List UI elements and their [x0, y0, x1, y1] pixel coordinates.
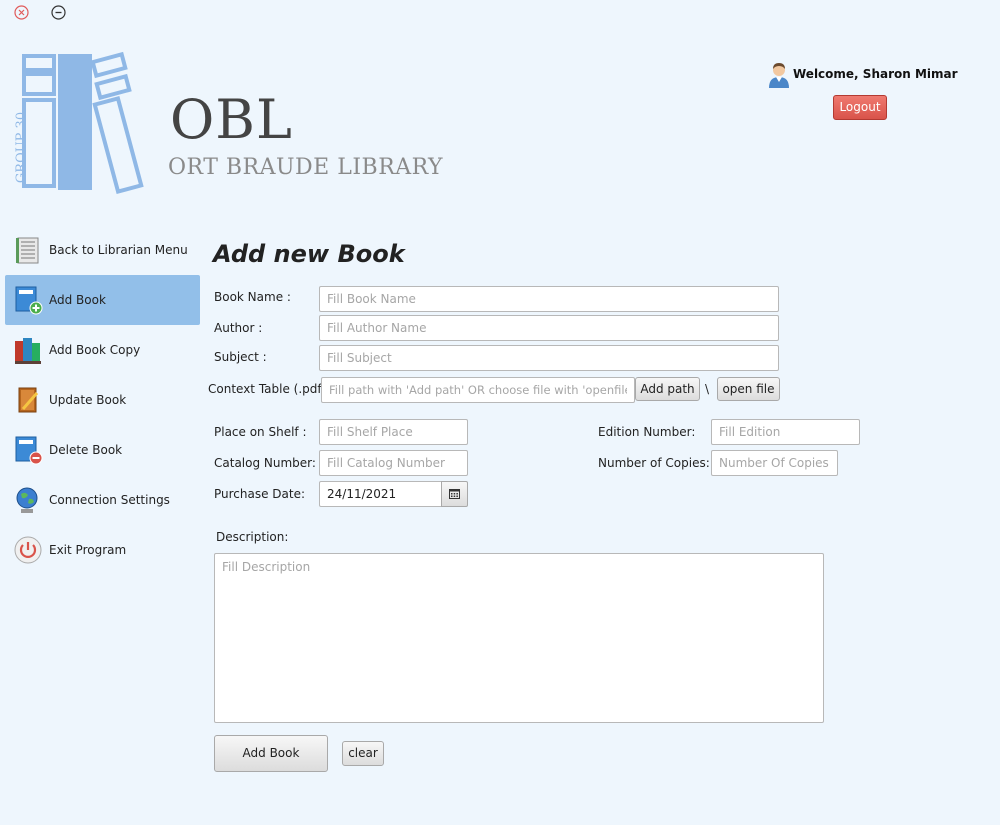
sidebar-item-connection-settings[interactable]: Connection Settings	[5, 475, 200, 525]
sidebar-item-label: Delete Book	[49, 443, 123, 457]
sidebar-item-back-to-librarian-menu[interactable]: Back to Librarian Menu	[5, 225, 200, 275]
close-button[interactable]	[14, 5, 29, 20]
purchase-date-input[interactable]	[319, 481, 442, 507]
catalog-number-input[interactable]	[319, 450, 468, 476]
add-path-button[interactable]: Add path	[635, 377, 700, 401]
catalog-number-label: Catalog Number:	[214, 456, 316, 470]
sidebar-item-label: Update Book	[49, 393, 127, 407]
sidebar-item-label: Back to Librarian Menu	[49, 243, 188, 257]
author-input[interactable]	[319, 315, 779, 341]
page-title: Add new Book	[213, 240, 405, 268]
sidebar-item-add-book[interactable]: Add Book	[5, 275, 200, 325]
sidebar-item-update-book[interactable]: Update Book	[5, 375, 200, 425]
context-table-label: Context Table (.pdf):	[208, 382, 331, 396]
edit-book-icon	[18, 387, 39, 413]
sidebar-item-label: Connection Settings	[49, 493, 170, 507]
sidebar-item-delete-book[interactable]: Delete Book	[5, 425, 200, 475]
sidebar-item-label: Add Book Copy	[49, 343, 141, 357]
description-textarea[interactable]	[214, 553, 824, 723]
book-name-label: Book Name :	[214, 290, 291, 304]
power-icon	[14, 536, 42, 564]
logo-subtitle: ORT BRAUDE LIBRARY	[168, 155, 444, 180]
close-icon	[14, 5, 29, 20]
logout-button[interactable]: Logout	[833, 95, 887, 120]
subject-label: Subject :	[214, 350, 267, 364]
book-name-input[interactable]	[319, 286, 779, 312]
sidebar-item-label: Exit Program	[49, 543, 127, 557]
date-picker-button[interactable]	[441, 481, 468, 507]
sidebar-item-add-book-copy[interactable]: Add Book Copy	[5, 325, 200, 375]
number-of-copies-label: Number of Copies:	[598, 456, 710, 470]
edition-number-input[interactable]	[711, 419, 860, 445]
path-separator: \	[705, 382, 710, 396]
calendar-icon	[449, 489, 460, 499]
add-book-icon	[15, 286, 43, 315]
book-stack-icon	[16, 237, 39, 264]
delete-book-icon	[15, 436, 43, 465]
context-table-path-input[interactable]	[321, 377, 635, 403]
description-label: Description:	[216, 530, 289, 544]
clear-button[interactable]: clear	[342, 741, 384, 766]
sidebar-item-exit-program[interactable]: Exit Program	[5, 525, 200, 575]
minimize-button[interactable]	[51, 5, 66, 20]
edition-number-label: Edition Number:	[598, 425, 696, 439]
welcome-text: Welcome, Sharon Mimar	[793, 67, 958, 81]
place-on-shelf-input[interactable]	[319, 419, 468, 445]
add-book-button[interactable]: Add Book	[214, 735, 328, 772]
library-logo-icon	[22, 51, 144, 195]
logo-title: OBL	[170, 88, 293, 151]
place-on-shelf-label: Place on Shelf :	[214, 425, 307, 439]
books-icon	[15, 338, 41, 364]
subject-input[interactable]	[319, 345, 779, 371]
number-of-copies-input[interactable]	[711, 450, 838, 476]
author-label: Author :	[214, 321, 263, 335]
purchase-date-label: Purchase Date:	[214, 487, 306, 501]
globe-icon	[16, 487, 38, 513]
user-avatar-icon	[769, 63, 789, 88]
minimize-icon	[51, 5, 66, 20]
logo-group-label: GROUP 30	[14, 111, 30, 184]
sidebar-item-label: Add Book	[49, 293, 106, 307]
open-file-button[interactable]: open file	[717, 377, 780, 401]
